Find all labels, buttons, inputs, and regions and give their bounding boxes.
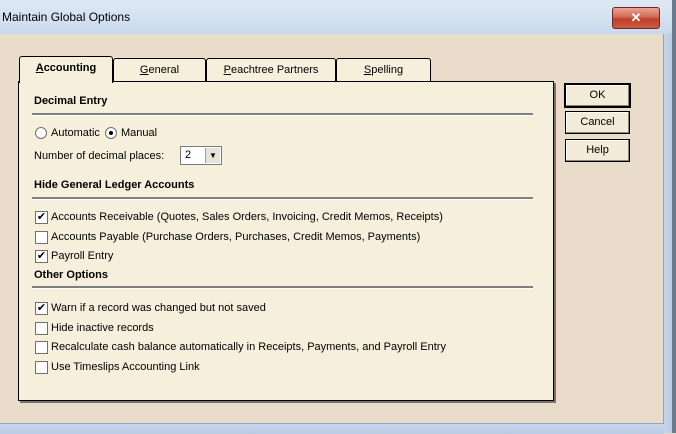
warn-record-changed-checkbox[interactable]: ✔ [35,302,48,315]
payroll-entry-label[interactable]: Payroll Entry [51,250,113,262]
ok-button[interactable]: OK [564,83,631,108]
recalculate-cash-balance-checkbox[interactable] [35,341,48,354]
maintain-global-options-window: Maintain Global Options ✕ Accounting Gen… [0,0,676,434]
section-divider [32,197,533,200]
recalculate-cash-balance-label[interactable]: Recalculate cash balance automatically i… [51,341,446,353]
payroll-entry-checkbox[interactable]: ✔ [35,250,48,263]
tab-peachtree-partners[interactable]: Peachtree Partners [206,58,336,81]
automatic-radio[interactable] [35,127,47,139]
decimal-places-value: 2 [185,149,192,161]
tab-accesskey: A [35,62,44,74]
warn-record-changed-label[interactable]: Warn if a record was changed but not sav… [51,302,266,314]
check-icon: ✔ [36,211,47,223]
tab-label: eneral [148,64,180,76]
tab-spelling[interactable]: Spelling [336,58,431,81]
tab-label: pelling [371,64,404,76]
help-button[interactable]: Help [565,139,630,162]
window-title: Maintain Global Options [2,10,131,24]
manual-radio-label[interactable]: Manual [121,127,157,139]
accounts-receivable-checkbox[interactable]: ✔ [35,211,48,224]
check-icon: ✔ [36,302,47,314]
section-divider [32,113,533,116]
section-divider [32,286,533,289]
hide-gl-heading: Hide General Ledger Accounts [34,179,195,191]
tab-accounting[interactable]: Accounting [19,56,113,83]
tab-label: ccounting [43,62,97,74]
tab-label: eachtree Partners [230,64,319,76]
hide-inactive-records-label[interactable]: Hide inactive records [51,322,154,334]
title-bar[interactable]: Maintain Global Options ✕ [0,0,672,34]
close-icon: ✕ [630,10,642,25]
window-border-bottom [0,423,664,434]
other-options-heading: Other Options [34,269,108,281]
close-button[interactable]: ✕ [612,7,660,29]
timeslips-link-checkbox[interactable] [35,361,48,374]
check-icon: ✔ [36,250,47,262]
accounting-tab-panel: Decimal Entry Automatic Manual Number of… [18,81,554,401]
tab-accesskey: P [223,64,231,76]
cancel-button[interactable]: Cancel [565,111,630,134]
manual-radio[interactable] [105,127,117,139]
decimal-places-label: Number of decimal places: [34,150,165,162]
accounts-payable-checkbox[interactable] [35,231,48,244]
accounts-payable-label[interactable]: Accounts Payable (Purchase Orders, Purch… [51,231,420,243]
hide-inactive-records-checkbox[interactable] [35,322,48,335]
tab-general[interactable]: General [113,58,206,81]
decimal-entry-heading: Decimal Entry [34,95,108,107]
timeslips-link-label[interactable]: Use Timeslips Accounting Link [51,361,200,373]
window-shadow-edge [672,0,676,433]
decimal-places-select[interactable]: 2 ▼ [180,146,222,165]
accounts-receivable-label[interactable]: Accounts Receivable (Quotes, Sales Order… [51,211,443,223]
chevron-down-icon[interactable]: ▼ [205,148,220,163]
automatic-radio-label[interactable]: Automatic [51,127,100,139]
